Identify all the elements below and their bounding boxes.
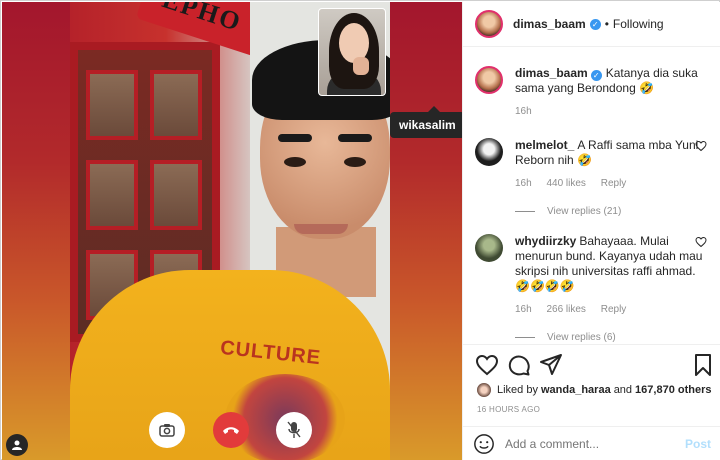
eye [344, 157, 366, 167]
heart-icon[interactable] [475, 353, 499, 377]
liked-by-user[interactable]: wanda_haraa [541, 384, 611, 396]
caption-avatar[interactable] [475, 66, 503, 94]
author-username[interactable]: dimas_baam [513, 17, 586, 31]
caption-time[interactable]: 16h [515, 106, 532, 117]
caption-row: dimas_baam ✓ Katanya dia suka sama yang Be… [475, 66, 711, 117]
mic-off-icon [287, 421, 301, 438]
liked-by-joiner: and [613, 384, 633, 396]
comment-username[interactable]: whydiirzky [515, 234, 576, 248]
comment-username[interactable]: melmelot_ [515, 138, 574, 152]
eyebrow [278, 134, 312, 142]
share-icon[interactable] [539, 353, 563, 377]
caption-body: dimas_baam ✓ Katanya dia suka sama yang Be… [515, 66, 703, 96]
comment-item: whydiirzky Bahayaaa. Mulai menurun bund. … [475, 234, 711, 343]
replies-divider [515, 337, 535, 338]
caption-meta: 16h [515, 106, 703, 117]
post-media[interactable]: EPHO CULTURE wikasalim [2, 2, 462, 460]
booth-window-pane [86, 70, 138, 140]
end-call-icon [223, 427, 239, 434]
comment-avatar[interactable] [475, 234, 503, 262]
comment-time[interactable]: 16h [515, 304, 532, 315]
mic-off-button[interactable] [276, 412, 312, 448]
emoji-icon[interactable] [473, 433, 495, 455]
post-header: dimas_baam ✓ • Following [463, 2, 720, 47]
booth-window-pane [86, 160, 138, 230]
eyebrow [338, 134, 372, 142]
comment-reply-button[interactable]: Reply [601, 178, 627, 189]
comment-avatar[interactable] [475, 138, 503, 166]
following-button[interactable]: Following [613, 17, 664, 31]
comment-likes[interactable]: 440 likes [546, 178, 585, 189]
user-tag-icon [12, 440, 22, 450]
verified-badge-icon: ✓ [590, 70, 602, 81]
comment-item: melmelot_ A Raffi sama mba Yuni Reborn ni… [475, 138, 711, 217]
dot-separator: • [604, 17, 609, 31]
comment-meta: 16h 266 likes Reply [515, 304, 703, 315]
booth-window-pane [150, 70, 202, 140]
instagram-post-frame: EPHO CULTURE wikasalim dimas_baam ✓ • Fo… [0, 0, 720, 460]
mouth [294, 224, 348, 234]
comment-icon[interactable] [507, 353, 531, 377]
eye [284, 157, 306, 167]
post-sidebar: dimas_baam ✓ • Following dimas_baam ✓ Kata… [462, 2, 720, 460]
view-replies-label: View replies (21) [547, 206, 622, 217]
camera-button[interactable] [149, 412, 185, 448]
author-avatar[interactable] [475, 10, 503, 38]
likes-count[interactable]: 167,870 others [635, 384, 711, 396]
camera-icon [159, 424, 175, 437]
post-actions: Liked by wanda_haraa and 167,870 others … [463, 344, 720, 414]
view-replies-button[interactable]: View replies (21) [515, 206, 703, 217]
comment-time[interactable]: 16h [515, 178, 532, 189]
view-replies-label: View replies (6) [547, 332, 616, 343]
user-tag-tooltip[interactable]: wikasalim [390, 106, 462, 138]
comment-like-heart-icon[interactable] [695, 140, 707, 152]
comment-input[interactable] [505, 436, 685, 451]
comment-like-heart-icon[interactable] [695, 236, 707, 248]
end-call-button[interactable] [213, 412, 249, 448]
comment-reply-button[interactable]: Reply [601, 304, 627, 315]
bookmark-icon[interactable] [691, 353, 715, 377]
comment-composer: Post [463, 426, 720, 460]
comment-meta: 16h 440 likes Reply [515, 178, 703, 189]
comment-likes[interactable]: 266 likes [546, 304, 585, 315]
post-timestamp[interactable]: 16 HOURS AGO [477, 405, 540, 414]
post-comment-button[interactable]: Post [685, 437, 711, 451]
booth-window-pane [150, 160, 202, 230]
likes-summary[interactable]: Liked by wanda_haraa and 167,870 others [477, 383, 714, 397]
pip-video-window[interactable] [318, 8, 386, 96]
liker-avatar [477, 383, 491, 397]
comment-body: whydiirzky Bahayaaa. Mulai menurun bund. … [515, 234, 703, 294]
liked-by-prefix: Liked by [497, 384, 538, 396]
comment-body: melmelot_ A Raffi sama mba Yuni Reborn ni… [515, 138, 703, 168]
replies-divider [515, 211, 535, 212]
pip-hand [353, 57, 369, 75]
caption-username[interactable]: dimas_baam [515, 66, 588, 80]
comments-list[interactable]: dimas_baam ✓ Katanya dia suka sama yang Be… [463, 48, 720, 344]
user-tag-button[interactable] [6, 434, 28, 456]
verified-badge-icon: ✓ [589, 18, 601, 30]
view-replies-button[interactable]: View replies (6) [515, 332, 703, 343]
